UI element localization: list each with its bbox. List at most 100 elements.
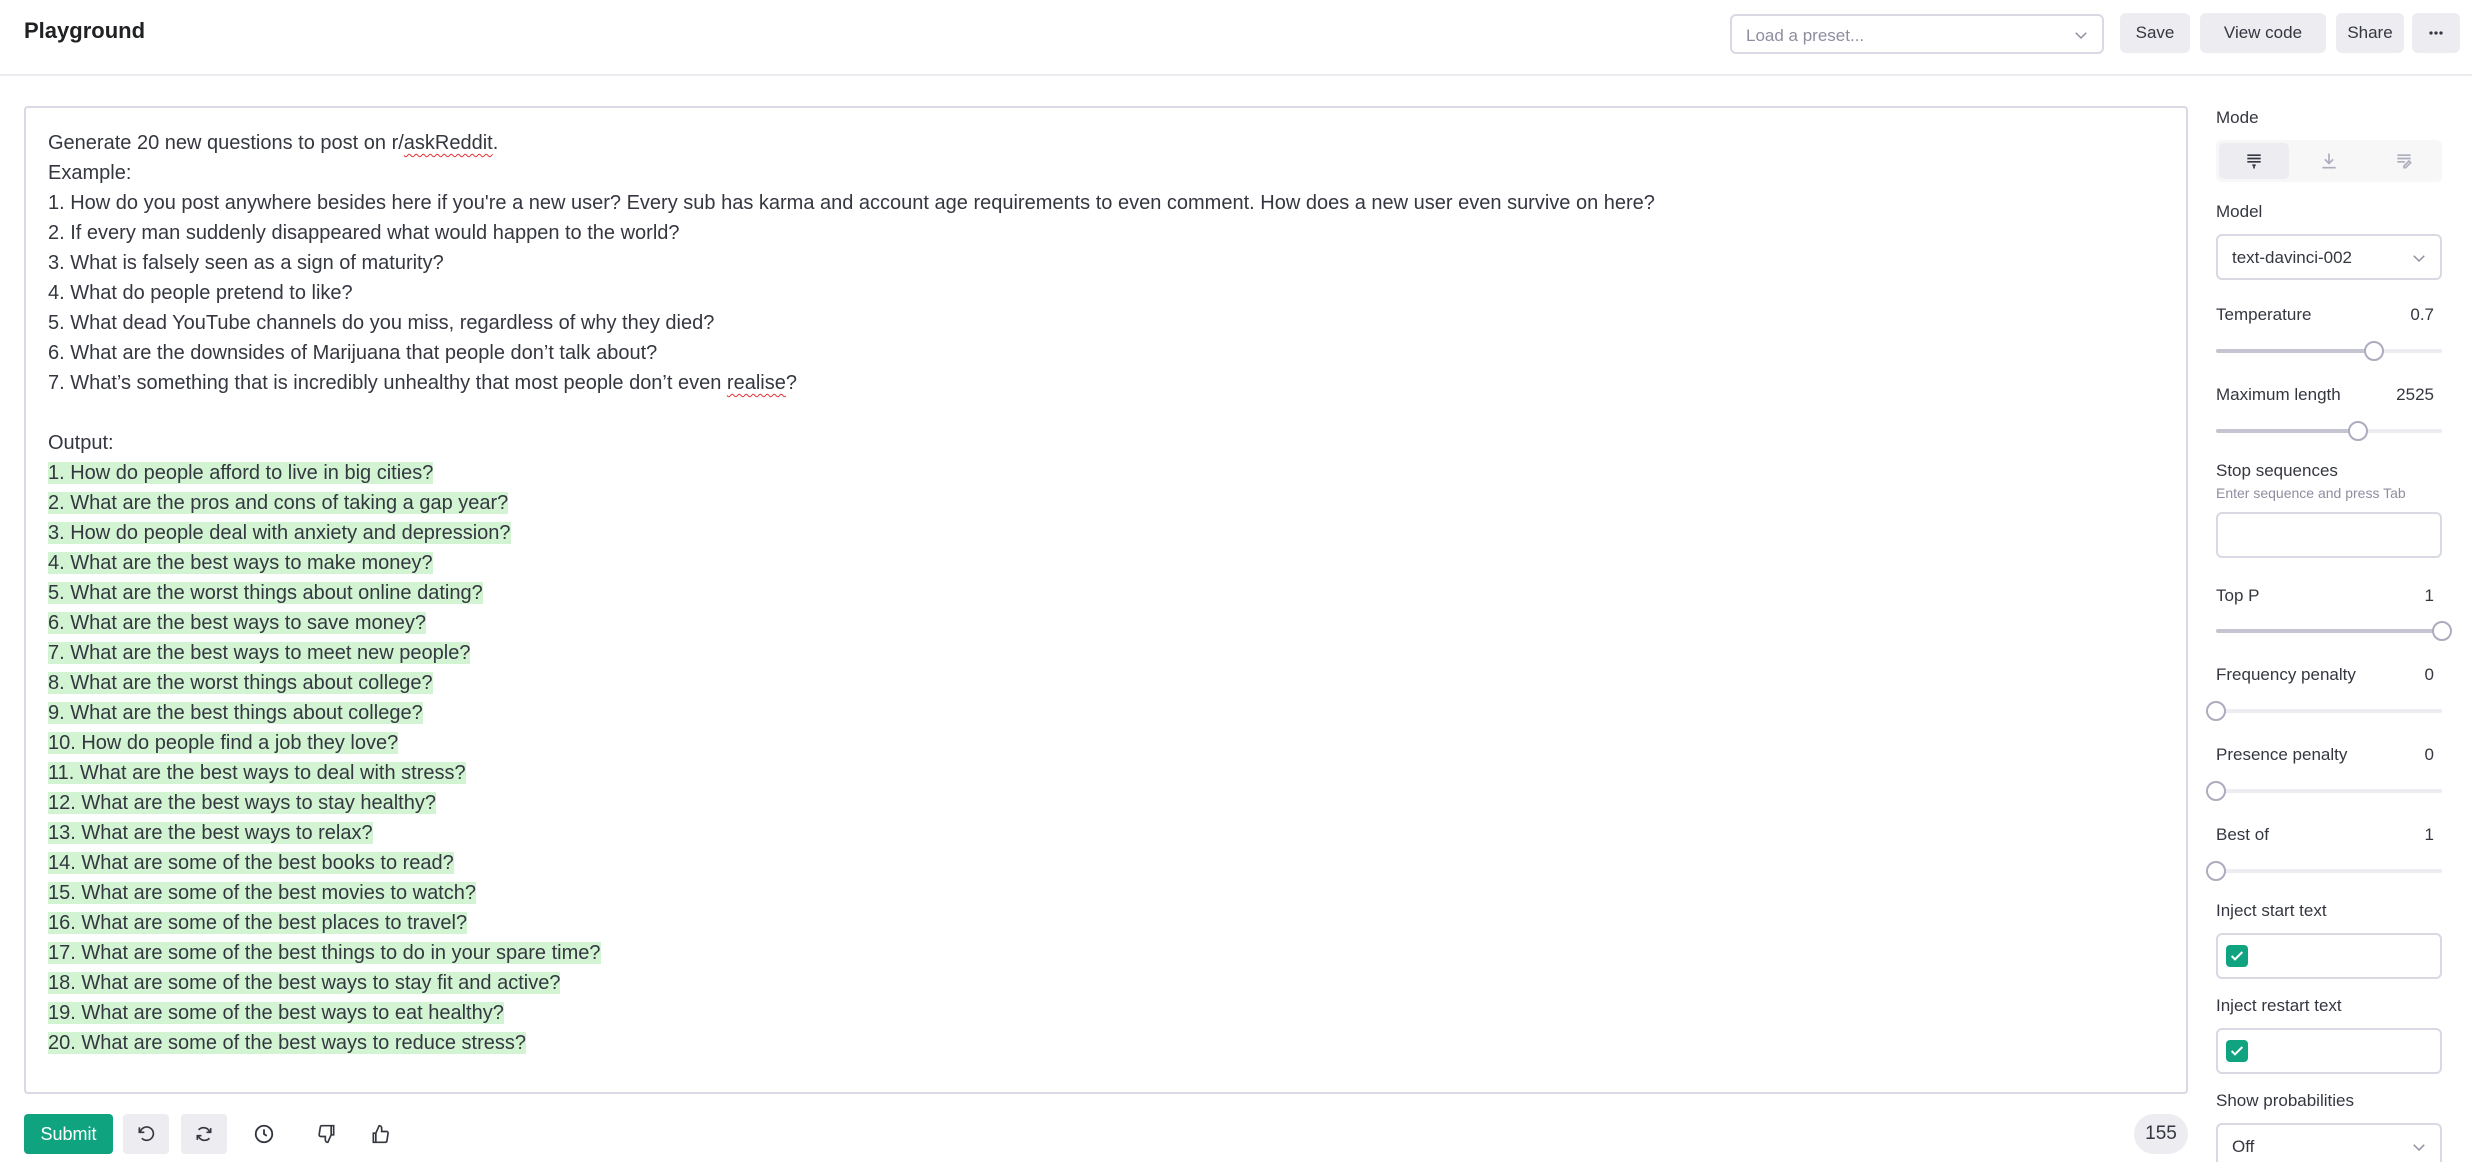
mode-edit-button[interactable] xyxy=(2369,143,2439,179)
slider-thumb[interactable] xyxy=(2206,861,2226,881)
inject-start-label: Inject start text xyxy=(2216,901,2327,920)
output-line: 3. How do people deal with anxiety and d… xyxy=(48,522,511,544)
prompt-line: Output: xyxy=(48,432,114,454)
slider-thumb[interactable] xyxy=(2206,701,2226,721)
output-line: 10. How do people find a job they love? xyxy=(48,732,399,754)
output-line: 4. What are the best ways to make money? xyxy=(48,552,433,574)
prompt-line: 6. What are the downsides of Marijuana t… xyxy=(48,342,658,364)
regenerate-icon xyxy=(196,1126,212,1142)
frequency-penalty-label: Frequency penalty xyxy=(2216,665,2356,684)
view-code-button[interactable]: View code xyxy=(2200,13,2326,53)
slider-thumb[interactable] xyxy=(2432,621,2452,641)
chevron-down-icon xyxy=(2413,255,2425,263)
max-length-slider[interactable] xyxy=(2216,421,2442,441)
slider-thumb[interactable] xyxy=(2364,341,2385,361)
mode-insert-button[interactable] xyxy=(2294,143,2364,179)
slider-thumb[interactable] xyxy=(2206,781,2226,801)
prompt-line xyxy=(48,398,2158,428)
edit-icon xyxy=(2397,154,2412,169)
best-of-value: 1 xyxy=(2424,825,2434,844)
temperature-value: 0.7 xyxy=(2410,305,2434,324)
frequency-penalty-value: 0 xyxy=(2424,665,2434,684)
inject-restart-checkbox[interactable] xyxy=(2226,1040,2248,1062)
presence-penalty-value: 0 xyxy=(2424,745,2434,764)
more-options-button[interactable] xyxy=(2412,13,2460,53)
max-length-value: 2525 xyxy=(2396,385,2434,404)
output-line: 8. What are the worst things about colle… xyxy=(48,672,433,694)
top-p-value: 1 xyxy=(2424,586,2434,605)
insert-icon xyxy=(2322,153,2336,169)
temperature-label: Temperature xyxy=(2216,305,2312,324)
model-value: text-davinci-002 xyxy=(2232,248,2353,267)
header: Playground Load a preset... Save View co… xyxy=(0,0,2472,76)
output-line: 13. What are the best ways to relax? xyxy=(48,822,373,844)
prompt-line: Generate 20 new questions to post on r/a… xyxy=(48,132,499,154)
prompt-line: Example: xyxy=(48,162,132,184)
show-probabilities-select[interactable]: Off xyxy=(2216,1123,2442,1162)
thumbs-up-icon xyxy=(372,1124,389,1144)
output-line: 12. What are the best ways to stay healt… xyxy=(48,792,436,814)
prompt-line: 7. What’s something that is incredibly u… xyxy=(48,372,797,394)
output-line: 9. What are the best things about colleg… xyxy=(48,702,423,724)
inject-start-field[interactable] xyxy=(2216,933,2442,979)
best-of-label: Best of xyxy=(2216,825,2269,844)
regenerate-button[interactable] xyxy=(181,1114,227,1154)
prompt-editor[interactable]: Generate 20 new questions to post on r/a… xyxy=(24,106,2188,1094)
mode-label: Mode xyxy=(2216,108,2259,127)
show-probabilities-label: Show probabilities xyxy=(2216,1091,2354,1110)
output-line: 18. What are some of the best ways to st… xyxy=(48,972,561,994)
preset-select[interactable]: Load a preset... xyxy=(1730,14,2104,54)
output-line: 2. What are the pros and cons of taking … xyxy=(48,492,509,514)
prompt-line: 3. What is falsely seen as a sign of mat… xyxy=(48,252,444,274)
model-select[interactable]: text-davinci-002 xyxy=(2216,234,2442,280)
stop-sequences-input[interactable] xyxy=(2216,512,2442,558)
more-horizontal-icon xyxy=(2429,31,2443,35)
share-button[interactable]: Share xyxy=(2336,13,2404,53)
check-icon xyxy=(2230,1046,2244,1056)
top-p-slider[interactable] xyxy=(2216,621,2452,641)
mode-complete-button[interactable] xyxy=(2219,143,2289,179)
stop-sequences-label: Stop sequences xyxy=(2216,461,2338,480)
output-line: 20. What are some of the best ways to re… xyxy=(48,1032,527,1054)
spellcheck-word: askReddit xyxy=(403,132,493,154)
output-line: 16. What are some of the best places to … xyxy=(48,912,468,934)
inject-restart-field[interactable] xyxy=(2216,1028,2442,1074)
save-button[interactable]: Save xyxy=(2120,13,2190,53)
token-count-badge: 155 xyxy=(2134,1114,2188,1154)
chevron-down-icon xyxy=(2075,32,2087,40)
undo-button[interactable] xyxy=(123,1114,169,1154)
top-p-label: Top P xyxy=(2216,586,2260,605)
inject-start-checkbox[interactable] xyxy=(2226,945,2248,967)
prompt-line: 1. How do you post anywhere besides here… xyxy=(48,192,1655,214)
spellcheck-word: realise xyxy=(726,372,786,394)
output-line: 1. How do people afford to live in big c… xyxy=(48,462,434,484)
history-icon xyxy=(254,1124,274,1144)
output-line: 11. What are the best ways to deal with … xyxy=(48,762,466,784)
output-line: 6. What are the best ways to save money? xyxy=(48,612,426,634)
stop-sequences-hint: Enter sequence and press Tab xyxy=(2216,485,2406,501)
model-label: Model xyxy=(2216,202,2263,221)
slider-fill xyxy=(2216,349,2375,353)
presence-penalty-slider[interactable] xyxy=(2206,781,2442,801)
thumbs-down-button[interactable] xyxy=(304,1114,350,1154)
inject-restart-label: Inject restart text xyxy=(2216,996,2342,1015)
slider-fill xyxy=(2216,429,2359,433)
temperature-slider[interactable] xyxy=(2216,341,2442,361)
show-probabilities-value: Off xyxy=(2232,1137,2255,1156)
thumbs-up-button[interactable] xyxy=(357,1114,403,1154)
output-line: 7. What are the best ways to meet new pe… xyxy=(48,642,471,664)
check-icon xyxy=(2230,951,2244,961)
output-line: 15. What are some of the best movies to … xyxy=(48,882,476,904)
history-button[interactable] xyxy=(241,1114,287,1154)
best-of-slider[interactable] xyxy=(2206,861,2442,881)
thumbs-down-icon xyxy=(318,1124,335,1144)
page-title: Playground xyxy=(24,18,146,43)
frequency-penalty-slider[interactable] xyxy=(2206,701,2442,721)
slider-thumb[interactable] xyxy=(2348,421,2369,441)
prompt-line: 2. If every man suddenly disappeared wha… xyxy=(48,222,680,244)
submit-button[interactable]: Submit xyxy=(24,1114,113,1154)
editor-content: Generate 20 new questions to post on r/a… xyxy=(48,128,2158,1058)
output-line: 19. What are some of the best ways to ea… xyxy=(48,1002,504,1024)
chevron-down-icon xyxy=(2413,1144,2425,1152)
complete-icon xyxy=(2247,154,2261,169)
